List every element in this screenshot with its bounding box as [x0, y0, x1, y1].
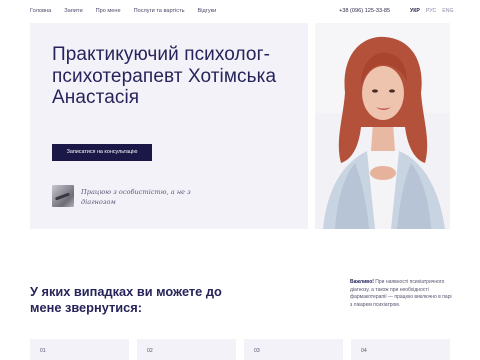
case-card-number: 01	[40, 348, 46, 354]
case-card-number: 04	[361, 348, 367, 354]
top-nav: Головна Запити Про мене Послуги та варті…	[0, 0, 480, 24]
lang-ukr[interactable]: УКР	[410, 8, 420, 14]
nav-link-reviews[interactable]: Відгуки	[198, 8, 217, 14]
psychologist-portrait	[315, 23, 450, 229]
case-card: 03	[244, 339, 343, 360]
hero-quote: Працюю з особистістю, а не з діагнозом	[81, 188, 191, 206]
case-card: 01	[30, 339, 129, 360]
hero-title: Практикуючий психолог-психотерапевт Хоті…	[52, 44, 277, 108]
nav-link-requests[interactable]: Запити	[64, 8, 82, 14]
book-consultation-button[interactable]: Записатися на консультацію	[52, 144, 152, 161]
important-notice: Важливо! При наявності психіатричного ді…	[350, 279, 455, 309]
quote-thumbnail-image	[52, 185, 74, 207]
phone-link[interactable]: +38 (096) 125-33-85	[339, 8, 390, 14]
language-switcher: УКР РУС ENG	[410, 8, 454, 14]
portrait-illustration	[315, 23, 450, 229]
case-card-number: 02	[147, 348, 153, 354]
lang-rus[interactable]: РУС	[426, 8, 436, 14]
cases-cards: 01 02 03 04	[30, 339, 450, 360]
nav-link-services[interactable]: Послуги та вартість	[134, 8, 185, 14]
case-card-number: 03	[254, 348, 260, 354]
lang-eng[interactable]: ENG	[442, 8, 453, 14]
case-card: 04	[351, 339, 450, 360]
case-card: 02	[137, 339, 236, 360]
nav-link-about[interactable]: Про мене	[96, 8, 121, 14]
notice-strong: Важливо!	[350, 279, 374, 285]
nav-link-home[interactable]: Головна	[30, 8, 51, 14]
hero-panel: Практикуючий психолог-психотерапевт Хоті…	[30, 23, 308, 229]
nav-links: Головна Запити Про мене Послуги та варті…	[30, 8, 216, 14]
cases-section-title: У яких випадках ви можете до мене зверну…	[30, 284, 222, 315]
